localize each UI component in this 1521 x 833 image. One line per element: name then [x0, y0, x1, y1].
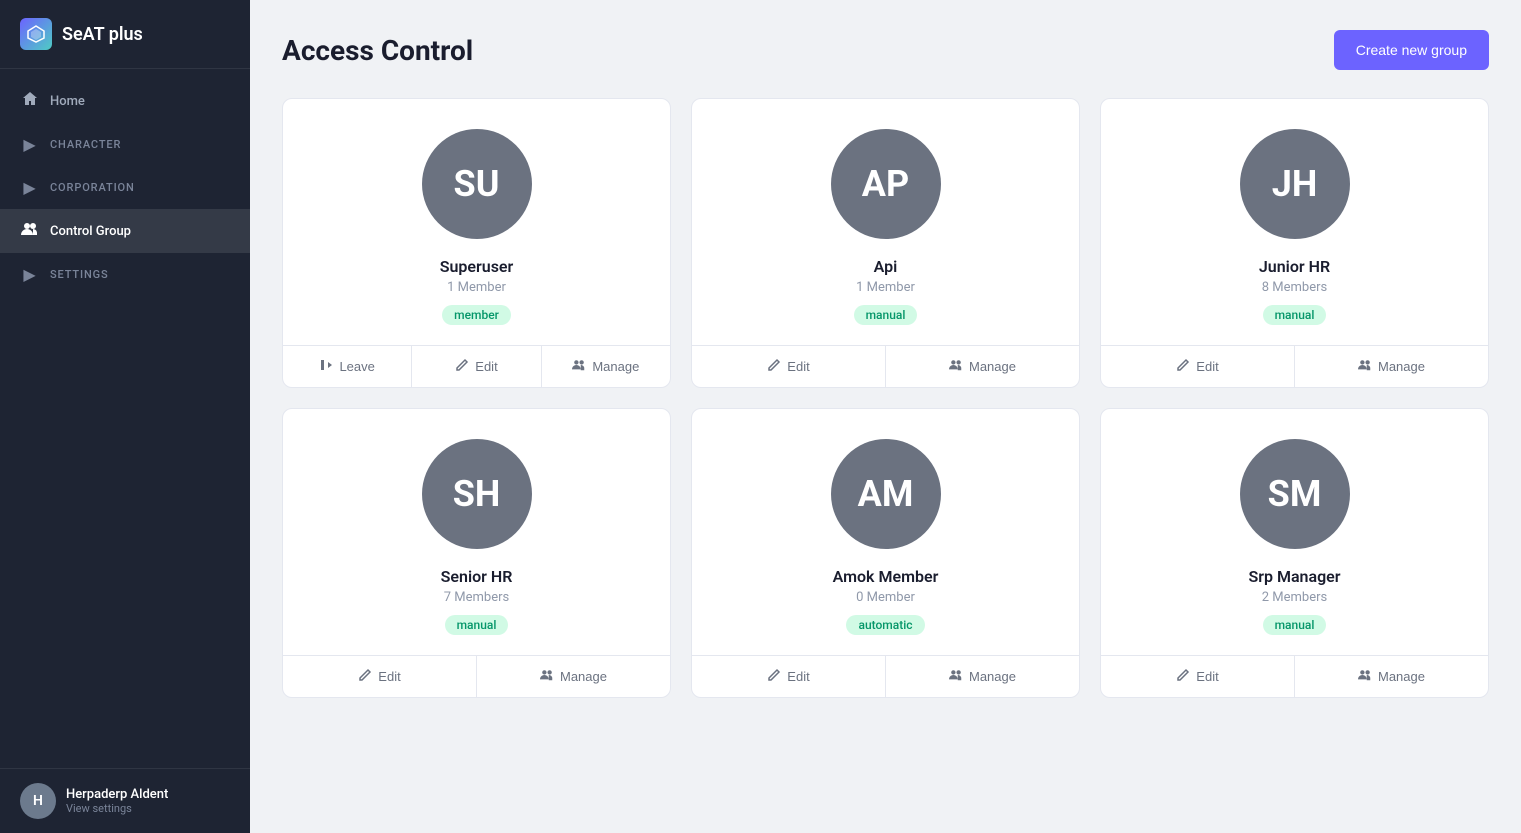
- group-name-senior-hr: Senior HR: [441, 567, 513, 586]
- manage-icon: [572, 358, 586, 375]
- edit-icon: [767, 358, 781, 375]
- groups-grid: SU Superuser 1 Member member Leave Edit …: [282, 98, 1489, 698]
- group-members-amok-member: 0 Member: [856, 590, 915, 605]
- card-actions-senior-hr: Edit Manage: [283, 655, 670, 697]
- group-card-api: AP Api 1 Member manual Edit Manage: [691, 98, 1080, 388]
- manage-icon: [949, 668, 963, 685]
- create-new-group-button[interactable]: Create new group: [1334, 30, 1489, 70]
- card-body-amok-member: AM Amok Member 0 Member automatic: [692, 409, 1079, 655]
- group-badge-api: manual: [854, 305, 918, 325]
- nav-menu: Home ▶ CHARACTER ▶ CORPORATION Control G…: [0, 69, 250, 768]
- manage-button[interactable]: Manage: [1295, 346, 1488, 387]
- group-name-srp-manager: Srp Manager: [1248, 567, 1340, 586]
- group-card-junior-hr: JH Junior HR 8 Members manual Edit Manag…: [1100, 98, 1489, 388]
- group-avatar-junior-hr: JH: [1240, 129, 1350, 239]
- card-actions-srp-manager: Edit Manage: [1101, 655, 1488, 697]
- leave-button[interactable]: Leave: [283, 346, 412, 387]
- group-name-superuser: Superuser: [440, 257, 514, 276]
- group-members-superuser: 1 Member: [447, 280, 506, 295]
- card-body-srp-manager: SM Srp Manager 2 Members manual: [1101, 409, 1488, 655]
- logo-icon: [20, 18, 52, 50]
- page-title: Access Control: [282, 34, 473, 67]
- group-card-srp-manager: SM Srp Manager 2 Members manual Edit Man…: [1100, 408, 1489, 698]
- user-avatar: H: [20, 783, 56, 819]
- manage-button[interactable]: Manage: [477, 656, 670, 697]
- manage-button[interactable]: Manage: [886, 656, 1079, 697]
- card-actions-junior-hr: Edit Manage: [1101, 345, 1488, 387]
- sidebar: SeAT plus Home ▶ CHARACTER ▶ CORPORATION: [0, 0, 250, 833]
- card-body-superuser: SU Superuser 1 Member member: [283, 99, 670, 345]
- group-badge-srp-manager: manual: [1263, 615, 1327, 635]
- group-avatar-amok-member: AM: [831, 439, 941, 549]
- card-actions-amok-member: Edit Manage: [692, 655, 1079, 697]
- sidebar-item-character[interactable]: ▶ CHARACTER: [0, 123, 250, 166]
- sidebar-item-settings[interactable]: ▶ SETTINGS: [0, 253, 250, 296]
- manage-button[interactable]: Manage: [886, 346, 1079, 387]
- manage-icon: [1358, 668, 1372, 685]
- group-members-api: 1 Member: [856, 280, 915, 295]
- edit-button[interactable]: Edit: [1101, 656, 1295, 697]
- group-name-api: Api: [874, 257, 898, 276]
- corporation-label: CORPORATION: [50, 181, 135, 194]
- card-actions-api: Edit Manage: [692, 345, 1079, 387]
- app-name: SeAT plus: [62, 24, 143, 45]
- manage-icon: [540, 668, 554, 685]
- group-avatar-api: AP: [831, 129, 941, 239]
- card-body-api: AP Api 1 Member manual: [692, 99, 1079, 345]
- edit-icon: [1176, 668, 1190, 685]
- leave-icon: [319, 358, 333, 375]
- edit-button[interactable]: Edit: [692, 346, 886, 387]
- group-card-superuser: SU Superuser 1 Member member Leave Edit …: [282, 98, 671, 388]
- edit-button[interactable]: Edit: [412, 346, 541, 387]
- manage-button[interactable]: Manage: [1295, 656, 1488, 697]
- edit-button[interactable]: Edit: [1101, 346, 1295, 387]
- edit-icon: [358, 668, 372, 685]
- group-name-amok-member: Amok Member: [833, 567, 939, 586]
- group-avatar-superuser: SU: [422, 129, 532, 239]
- home-icon: [20, 91, 40, 111]
- edit-icon: [767, 668, 781, 685]
- group-members-srp-manager: 2 Members: [1262, 590, 1327, 605]
- card-body-junior-hr: JH Junior HR 8 Members manual: [1101, 99, 1488, 345]
- group-avatar-senior-hr: SH: [422, 439, 532, 549]
- user-footer[interactable]: H Herpaderp Aldent View settings: [0, 768, 250, 833]
- group-members-senior-hr: 7 Members: [444, 590, 509, 605]
- view-settings-link: View settings: [66, 802, 168, 815]
- logo-area[interactable]: SeAT plus: [0, 0, 250, 69]
- user-name: Herpaderp Aldent: [66, 787, 168, 802]
- character-arrow-icon: ▶: [20, 135, 40, 154]
- main-content: Access Control Create new group SU Super…: [250, 0, 1521, 833]
- sidebar-item-home[interactable]: Home: [0, 79, 250, 123]
- home-label: Home: [50, 94, 85, 109]
- control-group-icon: [20, 221, 40, 241]
- manage-icon: [949, 358, 963, 375]
- user-info: Herpaderp Aldent View settings: [66, 787, 168, 815]
- group-badge-superuser: member: [442, 305, 511, 325]
- group-badge-senior-hr: manual: [445, 615, 509, 635]
- settings-arrow-icon: ▶: [20, 265, 40, 284]
- group-avatar-srp-manager: SM: [1240, 439, 1350, 549]
- group-card-amok-member: AM Amok Member 0 Member automatic Edit M…: [691, 408, 1080, 698]
- card-body-senior-hr: SH Senior HR 7 Members manual: [283, 409, 670, 655]
- corporation-arrow-icon: ▶: [20, 178, 40, 197]
- character-label: CHARACTER: [50, 138, 121, 151]
- group-members-junior-hr: 8 Members: [1262, 280, 1327, 295]
- group-badge-junior-hr: manual: [1263, 305, 1327, 325]
- group-badge-amok-member: automatic: [846, 615, 924, 635]
- manage-button[interactable]: Manage: [542, 346, 670, 387]
- edit-icon: [1176, 358, 1190, 375]
- control-group-label: Control Group: [50, 224, 131, 239]
- group-card-senior-hr: SH Senior HR 7 Members manual Edit Manag…: [282, 408, 671, 698]
- card-actions-superuser: Leave Edit Manage: [283, 345, 670, 387]
- group-name-junior-hr: Junior HR: [1259, 257, 1330, 276]
- edit-button[interactable]: Edit: [692, 656, 886, 697]
- manage-icon: [1358, 358, 1372, 375]
- edit-button[interactable]: Edit: [283, 656, 477, 697]
- settings-label: SETTINGS: [50, 268, 109, 281]
- edit-icon: [455, 358, 469, 375]
- page-header: Access Control Create new group: [282, 30, 1489, 70]
- sidebar-item-control-group[interactable]: Control Group: [0, 209, 250, 253]
- sidebar-item-corporation[interactable]: ▶ CORPORATION: [0, 166, 250, 209]
